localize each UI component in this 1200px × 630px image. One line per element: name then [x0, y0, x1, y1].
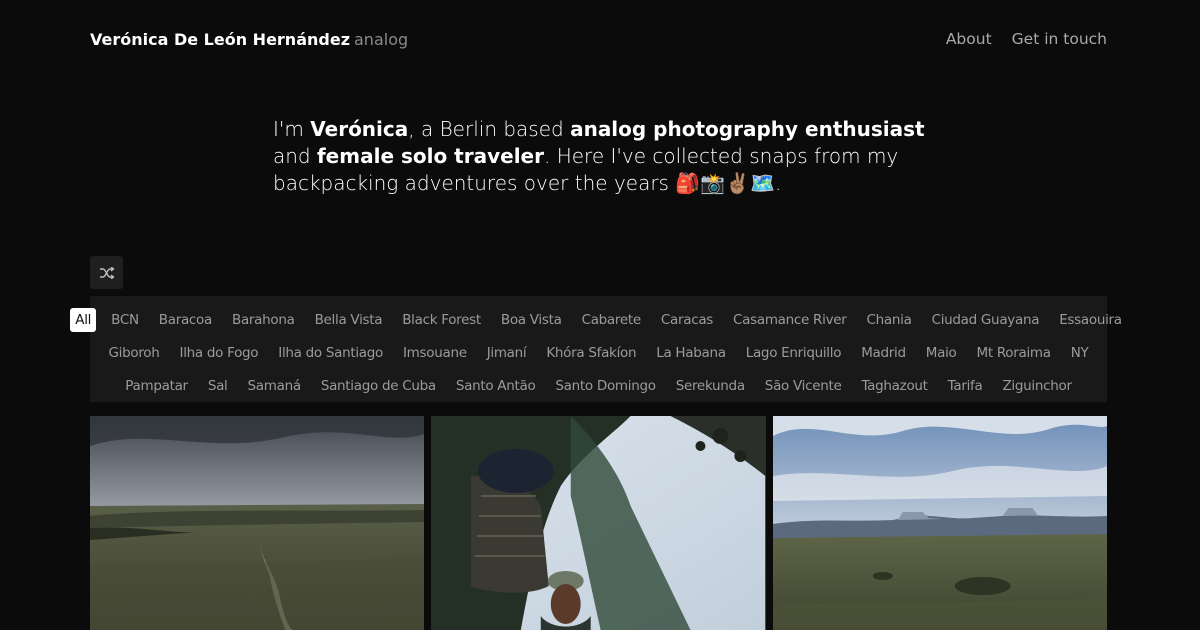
filter-chip-maio[interactable]: Maio [921, 341, 962, 365]
filter-chip-sal[interactable]: Sal [203, 374, 233, 398]
nav-about-link[interactable]: About [946, 30, 992, 48]
filter-chip-santiago-de-cuba[interactable]: Santiago de Cuba [316, 374, 441, 398]
intro-part: and [273, 144, 317, 168]
shuffle-icon [99, 266, 115, 279]
filter-chip-giboroh[interactable]: Giboroh [104, 341, 165, 365]
photo-card[interactable] [772, 416, 1107, 630]
filter-chip-mt-roraima[interactable]: Mt Roraima [971, 341, 1055, 365]
brand-subtitle[interactable]: analog [354, 30, 408, 49]
filter-chip-santo-antao[interactable]: Santo Antão [451, 374, 541, 398]
filter-chip-caracas[interactable]: Caracas [656, 308, 718, 332]
filter-row: All BCN Baracoa Barahona Bella Vista Black Fo… [70, 303, 1122, 336]
filter-chip-ciudad-guayana[interactable]: Ciudad Guayana [927, 308, 1045, 332]
intro-part: , a Berlin based [408, 117, 571, 141]
filter-chip-bcn[interactable]: BCN [106, 308, 144, 332]
intro-text: I'm Verónica, a Berlin based analog phot… [273, 116, 933, 197]
photo-savanna-mesas [772, 416, 1107, 630]
intro-part: . [774, 171, 782, 195]
brand[interactable]: Verónica De León Hernández analog [90, 30, 408, 49]
filter-chip-pampatar[interactable]: Pampatar [120, 374, 193, 398]
filter-chip-all[interactable]: All [70, 307, 97, 332]
filter-chip-tarifa[interactable]: Tarifa [943, 374, 988, 398]
filter-chip-casamance-river[interactable]: Casamance River [728, 308, 851, 332]
filter-chip-bella-vista[interactable]: Bella Vista [310, 308, 388, 332]
filter-chip-essaouira[interactable]: Essaouira [1054, 308, 1127, 332]
filter-chip-baracoa[interactable]: Baracoa [154, 308, 217, 332]
intro-part: I'm [273, 117, 311, 141]
page: Verónica De León Hernández analog About G… [0, 0, 1200, 630]
filter-chip-serekunda[interactable]: Serekunda [671, 374, 750, 398]
filter-chip-madrid[interactable]: Madrid [856, 341, 911, 365]
filter-chip-boa-vista[interactable]: Boa Vista [496, 308, 567, 332]
shuffle-button[interactable] [90, 256, 123, 289]
nav-get-in-touch-link[interactable]: Get in touch [1012, 30, 1107, 48]
intro-bold-traveler: female solo traveler [316, 144, 544, 168]
filter-chip-taghazout[interactable]: Taghazout [856, 374, 932, 398]
intro-name: Verónica [310, 117, 409, 141]
location-filter-bar: All BCN Baracoa Barahona Bella Vista Black Fo… [70, 296, 1122, 402]
top-nav: About Get in touch [946, 30, 1107, 48]
photo-card[interactable] [90, 416, 425, 630]
filter-chip-barahona[interactable]: Barahona [227, 308, 300, 332]
filter-chip-chania[interactable]: Chania [862, 308, 917, 332]
filter-chip-ilha-do-fogo[interactable]: Ilha do Fogo [175, 341, 264, 365]
filter-row: Pampatar Sal Samaná Santiago de Cuba Santo A… [98, 369, 1099, 402]
filter-chip-sao-vicente[interactable]: São Vicente [760, 374, 847, 398]
filter-chip-black-forest[interactable]: Black Forest [397, 308, 486, 332]
filter-chip-khora-sfakion[interactable]: Khóra Sfakíon [541, 341, 641, 365]
filter-chip-ziguinchor[interactable]: Ziguinchor [997, 374, 1076, 398]
photo-gallery [90, 416, 1107, 630]
filter-chip-ny[interactable]: NY [1066, 341, 1094, 365]
brand-name[interactable]: Verónica De León Hernández [90, 30, 350, 49]
photo-grassland-road [90, 416, 425, 630]
filter-chip-samana[interactable]: Samaná [243, 374, 306, 398]
filter-chip-la-habana[interactable]: La Habana [651, 341, 730, 365]
photo-card[interactable] [431, 416, 766, 630]
filter-chip-cabarete[interactable]: Cabarete [577, 308, 646, 332]
filter-chip-santo-domingo[interactable]: Santo Domingo [550, 374, 660, 398]
filter-row: Giboroh Ilha do Fogo Ilha do Santiago Imsou… [98, 336, 1099, 369]
site-header: Verónica De León Hernández analog About G… [90, 26, 1107, 52]
filter-chip-lago-enriquillo[interactable]: Lago Enriquillo [741, 341, 846, 365]
filter-chip-imsouane[interactable]: Imsouane [398, 341, 472, 365]
filter-chip-ilha-do-santiago[interactable]: Ilha do Santiago [273, 341, 388, 365]
intro-bold-hobby: analog photography enthusiast [570, 117, 925, 141]
photo-jungle-hiker [431, 416, 766, 630]
intro-emoji: 🎒📸✌🏽🗺️ [675, 171, 775, 195]
filter-chip-jimani[interactable]: Jimaní [482, 341, 532, 365]
